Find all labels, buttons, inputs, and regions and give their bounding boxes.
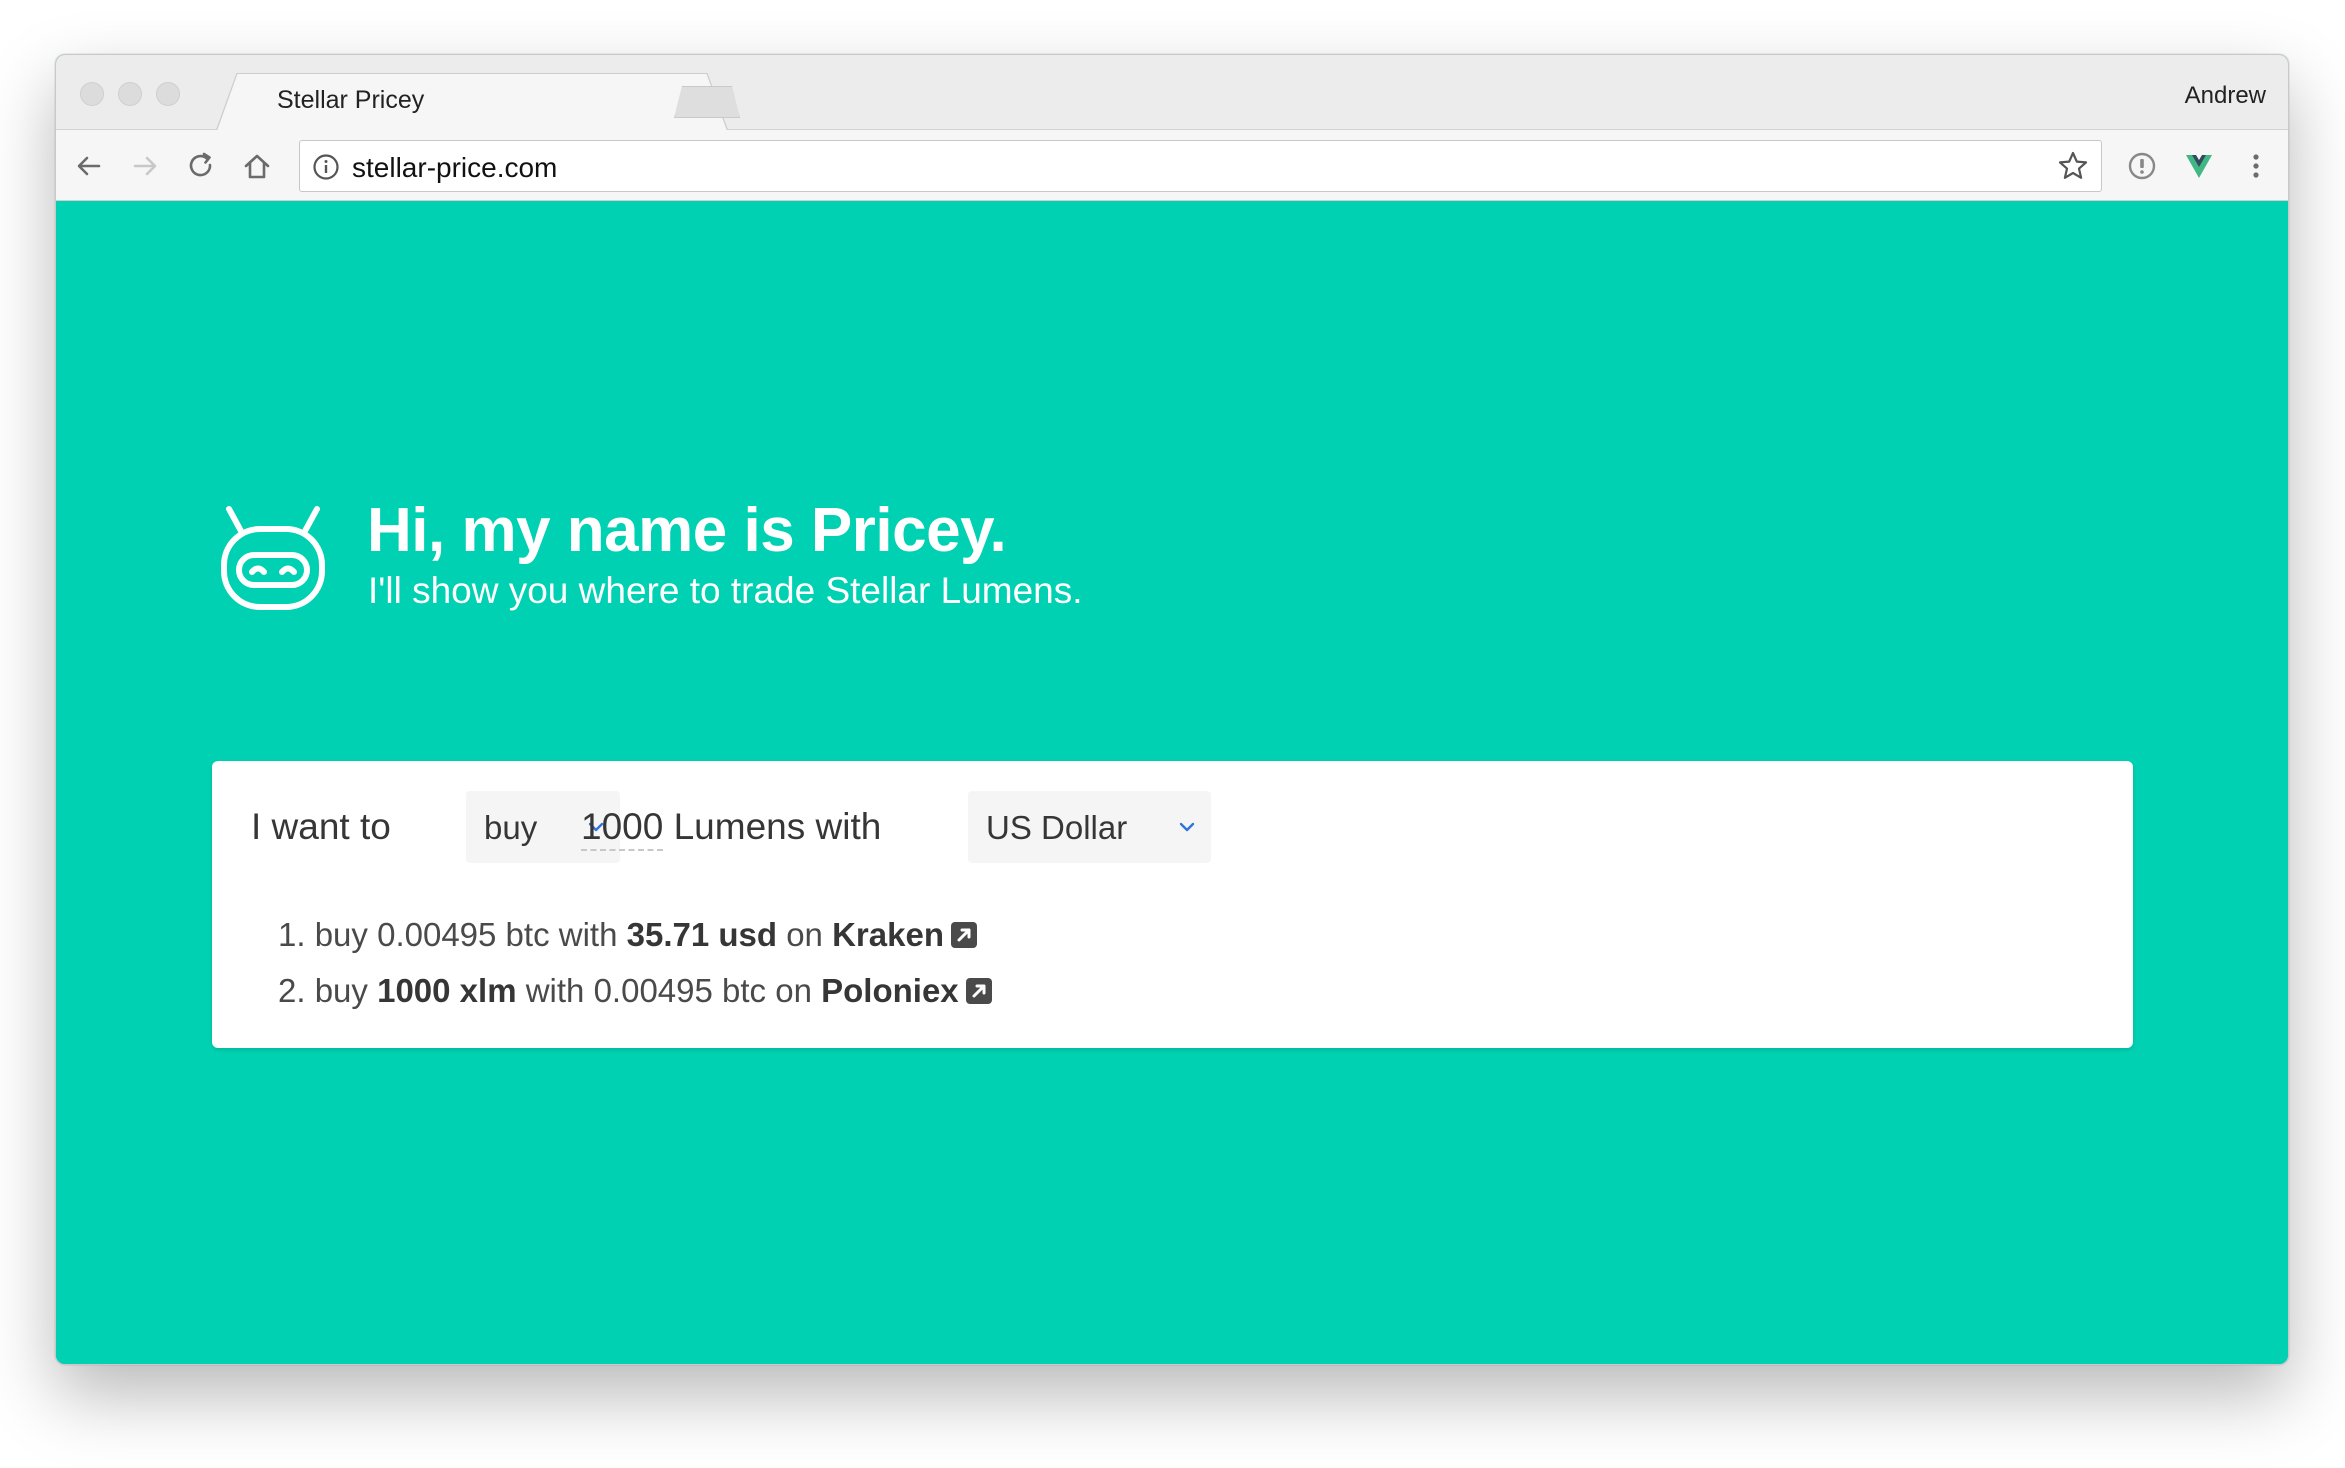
chevron-down-icon[interactable] bbox=[1178, 821, 1196, 833]
step-price: 35.71 usd bbox=[626, 916, 778, 953]
forward-arrow-icon[interactable] bbox=[130, 151, 160, 181]
tab-title[interactable]: Stellar Pricey bbox=[277, 86, 424, 115]
url-text[interactable]: stellar-price.com bbox=[352, 152, 557, 184]
more-vert-icon[interactable] bbox=[2241, 151, 2271, 181]
page-subtitle: I'll show you where to trade Stellar Lum… bbox=[368, 570, 1083, 611]
trade-steps-list: 1. buy 0.00495 btc with 35.71 usd on Kra… bbox=[278, 907, 993, 1019]
minimize-window-button[interactable] bbox=[118, 82, 142, 106]
reload-icon[interactable] bbox=[186, 151, 216, 181]
external-link-icon[interactable] bbox=[965, 977, 993, 1005]
step-connector: with bbox=[558, 916, 618, 953]
currency-select[interactable]: US Dollar bbox=[968, 791, 1211, 863]
info-icon[interactable] bbox=[312, 153, 340, 181]
new-tab-button[interactable] bbox=[674, 86, 740, 118]
step-connector: on bbox=[775, 972, 812, 1009]
step-verb: buy bbox=[314, 916, 368, 953]
browser-window: Stellar Pricey × Andrew stellar-price.co… bbox=[55, 54, 2289, 1365]
address-bar[interactable]: stellar-price.com bbox=[299, 140, 2102, 192]
title-bar: Stellar Pricey × Andrew bbox=[56, 55, 2288, 131]
trade-card: I want to buy 1000 Lumens with US Dollar bbox=[212, 761, 2133, 1048]
password-manager-icon[interactable] bbox=[2127, 151, 2157, 181]
step-verb: buy bbox=[314, 972, 368, 1009]
browser-toolbar: stellar-price.com bbox=[56, 130, 2288, 201]
step-amount: 0.00495 btc bbox=[377, 916, 550, 953]
action-select-value[interactable]: buy bbox=[484, 809, 537, 847]
amount-suffix: Lumens with bbox=[673, 806, 882, 847]
step-connector: on bbox=[786, 916, 823, 953]
amount-input[interactable]: 1000 bbox=[581, 806, 664, 851]
intent-label: I want to bbox=[251, 806, 391, 847]
page-title: Hi, my name is Pricey. bbox=[367, 496, 1007, 565]
exchange-link-kraken[interactable]: Kraken bbox=[832, 916, 944, 953]
step-number: 2. bbox=[278, 972, 306, 1009]
step-number: 1. bbox=[278, 916, 306, 953]
currency-select-value[interactable]: US Dollar bbox=[986, 809, 1127, 847]
window-controls bbox=[80, 82, 180, 106]
robot-icon bbox=[221, 506, 325, 610]
star-icon[interactable] bbox=[2057, 150, 2089, 182]
amount-row: 1000 Lumens with bbox=[581, 806, 882, 851]
external-link-icon[interactable] bbox=[950, 921, 978, 949]
page-content: Hi, my name is Pricey. I'll show you whe… bbox=[56, 201, 2288, 1364]
exchange-link-poloniex[interactable]: Poloniex bbox=[821, 972, 959, 1009]
vue-devtools-icon[interactable] bbox=[2184, 151, 2214, 181]
profile-name[interactable]: Andrew bbox=[2185, 82, 2266, 110]
step-price: 0.00495 btc bbox=[593, 972, 767, 1009]
list-item: 2. buy 1000 xlm with 0.00495 btc on Polo… bbox=[278, 963, 993, 1019]
back-arrow-icon[interactable] bbox=[74, 151, 104, 181]
step-connector: with bbox=[525, 972, 585, 1009]
home-icon[interactable] bbox=[242, 151, 272, 181]
close-window-button[interactable] bbox=[80, 82, 104, 106]
list-item: 1. buy 0.00495 btc with 35.71 usd on Kra… bbox=[278, 907, 993, 963]
step-amount: 1000 xlm bbox=[377, 972, 517, 1009]
maximize-window-button[interactable] bbox=[156, 82, 180, 106]
